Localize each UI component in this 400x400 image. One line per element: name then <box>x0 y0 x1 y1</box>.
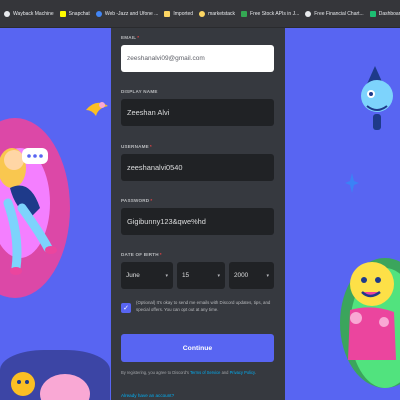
bookmark-label: Imported <box>173 10 194 17</box>
terms-prefix: By registering, you agree to Discord's <box>121 370 190 375</box>
bookmark-label: marketstack <box>208 10 236 17</box>
left-character-illustration <box>0 148 57 275</box>
bookmark-item[interactable]: Dashboard | Fiverr K... <box>369 10 400 17</box>
right-creature-illustration <box>361 66 393 130</box>
terms-notice: By registering, you agree to Discord's T… <box>121 370 277 375</box>
checkmark-icon: ✓ <box>123 304 129 312</box>
bookmark-label: Web -Jazz and Ufone ... <box>104 10 159 17</box>
bookmark-item[interactable]: Wayback Machine <box>4 10 54 17</box>
email-field-group: EMAIL* zeeshanalvi09@gmail.com <box>121 35 274 72</box>
display-name-label: DISPLAY NAME <box>121 89 158 94</box>
bookmark-label: Free Financial Chart... <box>314 10 364 17</box>
bookmark-label: Dashboard | Fiverr K... <box>378 10 400 17</box>
username-label: USERNAME* <box>121 144 152 149</box>
password-label: PASSWORD* <box>121 198 153 203</box>
bookmark-favicon-icon <box>369 10 376 17</box>
already-have-account-link[interactable]: Already have an account? <box>121 393 174 398</box>
password-field-group: PASSWORD* Gigibunny123&qwe%hd <box>121 198 274 235</box>
bottom-right-character-illustration <box>348 262 396 360</box>
display-name-input[interactable]: Zeeshan Alvi <box>121 99 274 126</box>
terms-suffix: . <box>254 370 256 375</box>
terms-mid: and <box>220 370 230 375</box>
bookmark-favicon-icon <box>95 10 102 17</box>
continue-button[interactable]: Continue <box>121 334 274 362</box>
bookmark-favicon-icon <box>164 10 171 17</box>
year-select[interactable]: 2000 ▾ <box>229 262 274 289</box>
date-of-birth-selects: June ▾ 15 ▾ 2000 ▾ <box>121 262 274 289</box>
bottom-left-creature-illustration <box>11 372 35 396</box>
date-of-birth-group: DATE OF BIRTH* June ▾ 15 ▾ 2000 ▾ <box>121 252 274 289</box>
username-field-group: USERNAME* zeeshanalvi0540 <box>121 144 274 181</box>
chevron-down-icon: ▾ <box>217 272 220 279</box>
terms-of-service-link[interactable]: Terms of Service <box>190 370 220 375</box>
bookmark-label: Wayback Machine <box>13 10 54 17</box>
bookmark-label: Free Stock APIs in J... <box>250 10 300 17</box>
month-value: June <box>126 272 140 279</box>
bookmark-item[interactable]: Web -Jazz and Ufone ... <box>95 10 159 17</box>
bird-illustration <box>86 102 108 116</box>
date-of-birth-label: DATE OF BIRTH* <box>121 252 162 257</box>
opt-in-checkbox[interactable]: ✓ <box>121 303 131 313</box>
bookmark-item[interactable]: Free Financial Chart... <box>305 10 364 17</box>
opt-in-text: (Optional) It's okay to send me emails w… <box>136 300 271 312</box>
username-input[interactable]: zeeshanalvi0540 <box>121 154 274 181</box>
bookmark-label: Snapchat <box>68 10 90 17</box>
email-input[interactable]: zeeshanalvi09@gmail.com <box>121 45 274 72</box>
chevron-down-icon: ▾ <box>266 272 269 279</box>
display-name-field-group: DISPLAY NAME Zeeshan Alvi <box>121 89 274 126</box>
bookmark-favicon-icon <box>59 10 66 17</box>
day-select[interactable]: 15 ▾ <box>177 262 225 289</box>
day-value: 15 <box>182 272 190 279</box>
sparkle-icon <box>345 173 359 193</box>
month-select[interactable]: June ▾ <box>121 262 173 289</box>
bookmark-favicon-icon <box>305 10 312 17</box>
year-value: 2000 <box>234 272 249 279</box>
register-form-card: EMAIL* zeeshanalvi09@gmail.com DISPLAY N… <box>111 28 285 400</box>
bookmark-item[interactable]: marketstack <box>199 10 236 17</box>
bookmarks-bar: Wayback Machine Snapchat Web -Jazz and Ufo… <box>0 0 400 28</box>
bookmark-item[interactable]: Imported <box>164 10 194 17</box>
marketing-opt-in: ✓ (Optional) It's okay to send me emails… <box>121 300 275 313</box>
chevron-down-icon: ▾ <box>165 272 168 279</box>
bookmark-item[interactable]: Snapchat <box>59 10 90 17</box>
privacy-policy-link[interactable]: Privacy Policy <box>230 370 255 375</box>
bookmark-item[interactable]: Free Stock APIs in J... <box>241 10 300 17</box>
email-label: EMAIL* <box>121 35 140 40</box>
bookmark-favicon-icon <box>4 10 10 17</box>
bookmark-favicon-icon <box>199 10 206 17</box>
password-input[interactable]: Gigibunny123&qwe%hd <box>121 208 274 235</box>
bookmark-favicon-icon <box>241 10 248 17</box>
